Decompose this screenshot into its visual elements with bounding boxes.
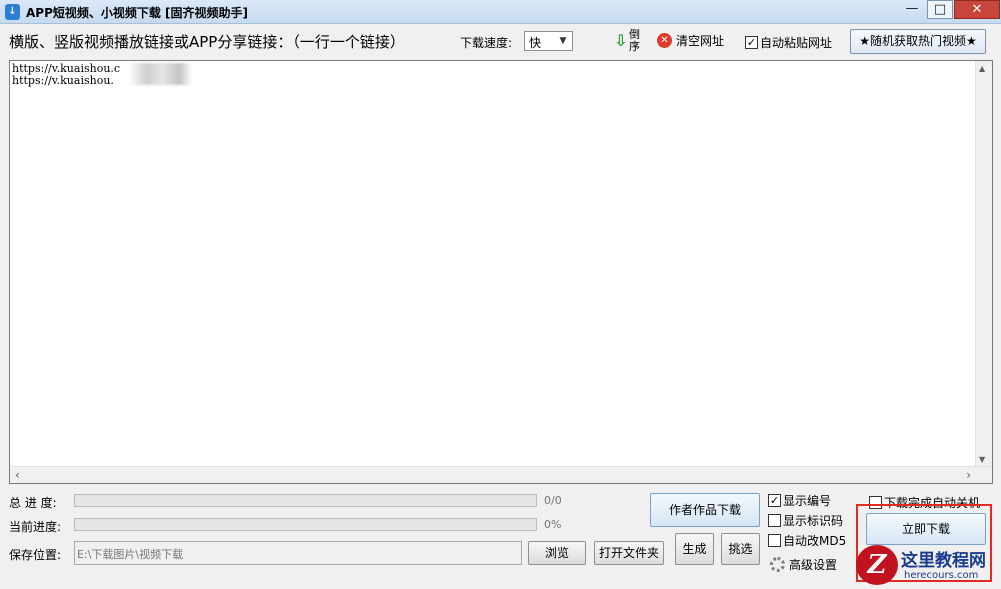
auto-paste-checkbox[interactable]: 自动粘贴网址 (745, 34, 832, 51)
advanced-settings-label: 高级设置 (789, 558, 838, 572)
vertical-scrollbar[interactable]: ▲ ▼ (975, 61, 992, 467)
advanced-settings-button[interactable]: 高级设置 (770, 556, 837, 573)
checkbox-icon (768, 534, 781, 547)
auto-paste-label: 自动粘贴网址 (760, 36, 833, 50)
show-number-label: 显示编号 (783, 494, 832, 508)
save-path-field[interactable]: E:\下载图片\视频下载 (74, 541, 522, 565)
checkbox-icon (768, 514, 781, 527)
author-works-download-button[interactable]: 作者作品下载 (650, 493, 760, 527)
open-folder-button[interactable]: 打开文件夹 (594, 541, 664, 565)
auto-md5-checkbox[interactable]: 自动改MD5 (768, 532, 846, 549)
total-progress-bar (74, 494, 537, 507)
pick-button[interactable]: 挑选 (721, 533, 760, 565)
instruction-label: 横版、竖版视频播放链接或APP分享链接：（一行一个链接） (9, 33, 405, 51)
maximize-button[interactable]: □ (927, 0, 953, 19)
scroll-right-icon[interactable]: › (966, 468, 971, 482)
title-bar: ↓ APP短视频、小视频下载 [固齐视频助手] — □ ✕ (0, 0, 1001, 24)
current-progress-text: 0% (544, 518, 562, 531)
blurred-redaction (128, 63, 192, 85)
total-progress-label: 总 进 度: (9, 496, 57, 510)
browse-button[interactable]: 浏览 (528, 541, 586, 565)
close-button[interactable]: ✕ (954, 0, 1000, 19)
watermark-url: herecours.com (904, 570, 979, 581)
show-number-checkbox[interactable]: 显示编号 (768, 492, 831, 509)
minimize-button[interactable]: — (899, 0, 925, 19)
save-location-label: 保存位置: (9, 548, 62, 562)
scroll-up-icon[interactable]: ▲ (979, 64, 985, 73)
watermark: Z 这里教程网 herecours.com (856, 543, 1001, 589)
current-progress-bar (74, 518, 537, 531)
checkbox-icon (768, 494, 781, 507)
random-hot-videos-button[interactable]: ★随机获取热门视频★ (850, 29, 986, 54)
speed-label: 下载速度: (460, 36, 513, 50)
watermark-title: 这里教程网 (901, 551, 986, 571)
gear-icon (770, 557, 785, 572)
app-icon: ↓ (5, 4, 20, 20)
generate-button[interactable]: 生成 (675, 533, 714, 565)
current-progress-label: 当前进度: (9, 520, 62, 534)
scroll-down-icon[interactable]: ▼ (979, 455, 985, 464)
close-circle-icon: ✕ (657, 33, 672, 48)
show-id-checkbox[interactable]: 显示标识码 (768, 512, 843, 529)
clear-urls-label: 清空网址 (676, 34, 725, 48)
url-lines: https://v.kuaishou.c https://v.kuaishou. (12, 63, 120, 87)
url-textarea[interactable]: https://v.kuaishou.c https://v.kuaishou.… (9, 60, 993, 484)
speed-select[interactable]: 快 ▼ (524, 31, 573, 51)
reverse-order-label: 倒序 (629, 28, 640, 53)
auto-md5-label: 自动改MD5 (783, 534, 847, 548)
speed-value: 快 (529, 36, 542, 50)
clear-urls-button[interactable]: ✕ 清空网址 (657, 32, 724, 50)
chevron-down-icon: ▼ (559, 36, 567, 46)
show-id-label: 显示标识码 (783, 514, 844, 528)
scroll-left-icon[interactable]: ‹ (15, 468, 20, 482)
checkbox-icon (745, 36, 758, 49)
horizontal-scrollbar[interactable]: ‹ › (10, 466, 992, 483)
watermark-logo: Z (856, 545, 898, 585)
reverse-order-button[interactable]: ⇩ 倒序 (612, 29, 644, 53)
total-progress-text: 0/0 (544, 494, 562, 507)
window-title: APP短视频、小视频下载 [固齐视频助手] (26, 6, 249, 20)
url-line: https://v.kuaishou. (12, 74, 114, 87)
down-arrow-icon: ⇩ (614, 31, 628, 50)
